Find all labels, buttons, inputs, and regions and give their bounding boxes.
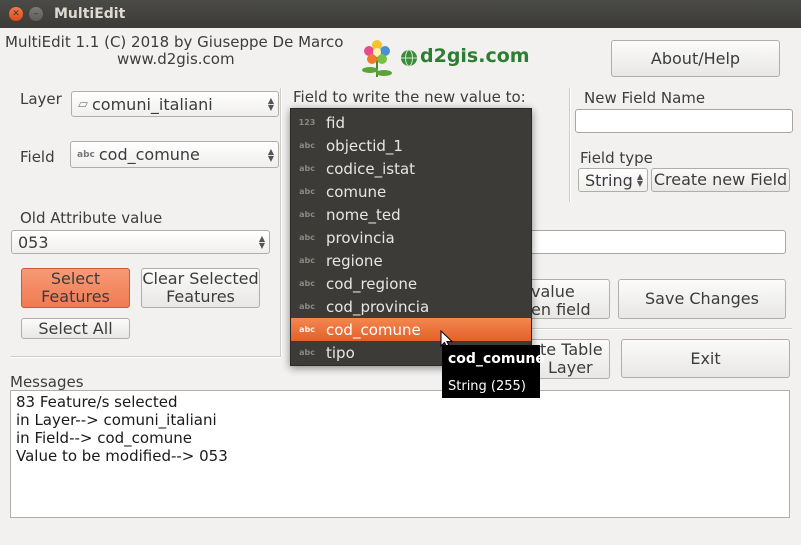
dropdown-item-label: objectid_1 (326, 136, 403, 155)
combo-arrows-icon: ▲ ▼ (258, 234, 265, 250)
select-features-button[interactable]: Select Features (21, 268, 130, 308)
dropdown-item-label: comune (326, 182, 387, 201)
integer-type-icon: 123 (298, 118, 316, 127)
close-window-icon[interactable]: ✕ (9, 7, 23, 21)
about-help-button[interactable]: About/Help (611, 40, 780, 77)
dropdown-item-label: nome_ted (326, 205, 401, 224)
dropdown-item-provincia[interactable]: abc provincia (291, 226, 531, 249)
tooltip-title: cod_comune (448, 351, 545, 367)
field-type-value: String (585, 170, 633, 190)
logo-text: d2gis.com (420, 45, 530, 67)
dropdown-item-cod_regione[interactable]: abc cod_regione (291, 272, 531, 295)
dropdown-item-objectid_1[interactable]: abc objectid_1 (291, 134, 531, 157)
dropdown-item-regione[interactable]: abc regione (291, 249, 531, 272)
field-combo[interactable]: abc cod_comune ▲ ▼ (70, 141, 279, 168)
write-table-button-line1: te Table (540, 340, 603, 359)
set-value-button-line2: en field (531, 300, 591, 319)
string-type-icon: abc (299, 233, 315, 242)
dropdown-item-comune[interactable]: abc comune (291, 180, 531, 203)
credit-text: MultiEdit 1.1 (C) 2018 by Giuseppe De Ma… (5, 33, 344, 51)
field-label: Field (20, 148, 55, 166)
string-type-icon: abc (77, 149, 95, 160)
globe-icon (401, 49, 417, 67)
dropdown-item-nome_ted[interactable]: abc nome_ted (291, 203, 531, 226)
string-type-icon: abc (299, 348, 315, 357)
string-type-icon: abc (299, 325, 315, 334)
message-line: in Layer--> comuni_italiani (16, 411, 217, 429)
string-type-icon: abc (299, 256, 315, 265)
save-changes-button[interactable]: Save Changes (618, 279, 786, 319)
combo-arrows-icon: ▲ ▼ (267, 96, 274, 112)
combo-arrows-icon: ▲ ▼ (636, 172, 643, 188)
dropdown-item-label: codice_istat (326, 159, 416, 178)
old-attribute-label: Old Attribute value (20, 209, 163, 227)
left-separator (280, 88, 282, 356)
website-text: www.d2gis.com (117, 50, 235, 68)
message-line: in Field--> cod_comune (16, 429, 192, 447)
dropdown-item-codice_istat[interactable]: abc codice_istat (291, 157, 531, 180)
tooltip-subtitle: String (255) (448, 379, 526, 394)
layer-combo[interactable]: ▱ comuni_italiani ▲ ▼ (71, 91, 279, 117)
dropdown-item-cod_comune[interactable]: abc cod_comune (291, 318, 531, 341)
dropdown-item-label: tipo (326, 343, 355, 362)
string-type-icon: abc (299, 187, 315, 196)
new-field-name-input[interactable] (575, 109, 793, 133)
dropdown-item-label: regione (326, 251, 383, 270)
exit-button[interactable]: Exit (621, 339, 790, 378)
field-type-label: Field type (580, 149, 653, 167)
string-type-icon: abc (299, 279, 315, 288)
create-new-field-button[interactable]: Create new Field (651, 168, 790, 192)
dropdown-item-label: fid (326, 113, 345, 132)
left-bottom-separator (10, 356, 281, 358)
right-separator (569, 88, 571, 202)
dropdown-item-label: provincia (326, 228, 395, 247)
new-value-input[interactable] (500, 230, 786, 254)
select-all-button[interactable]: Select All (21, 318, 130, 339)
combo-arrows-icon: ▲ ▼ (267, 146, 274, 163)
flower-logo-icon (362, 40, 392, 77)
title-bar: ✕ – MultiEdit (0, 0, 801, 28)
clear-selected-features-button[interactable]: Clear Selected Features (141, 268, 260, 308)
d2gis-logo: d2gis.com (352, 37, 532, 79)
dropdown-item-label: cod_comune (326, 320, 421, 339)
message-line: 83 Feature/s selected (16, 393, 178, 411)
layer-label: Layer (20, 90, 62, 108)
write-table-button-line2: Layer (548, 358, 593, 377)
string-type-icon: abc (299, 210, 315, 219)
string-type-icon: abc (299, 164, 315, 173)
dropdown-item-fid[interactable]: 123 fid (291, 111, 531, 134)
field-combo-value: cod_comune (98, 145, 200, 164)
new-field-name-label: New Field Name (584, 89, 706, 107)
field-to-write-label: Field to write the new value to: (293, 88, 526, 106)
messages-label: Messages (10, 373, 84, 391)
field-tooltip: cod_comune String (255) (442, 345, 545, 398)
string-type-icon: abc (299, 141, 315, 150)
set-value-button-line1: value (531, 282, 575, 301)
dropdown-item-label: cod_regione (326, 274, 418, 293)
dropdown-item-label: cod_provincia (326, 297, 430, 316)
window-title: MultiEdit (54, 6, 126, 22)
old-attribute-combo[interactable]: 053 ▲ ▼ (11, 230, 270, 254)
field-type-combo[interactable]: String ▲ ▼ (578, 168, 648, 192)
field-dropdown-list[interactable]: 123 fid abc objectid_1 abc codice_istat abc… (290, 108, 532, 366)
messages-box[interactable]: 83 Feature/s selected in Layer--> comuni… (10, 390, 790, 518)
string-type-icon: abc (299, 302, 315, 311)
dropdown-item-cod_provincia[interactable]: abc cod_provincia (291, 295, 531, 318)
minimize-window-icon[interactable]: – (29, 7, 43, 21)
layer-combo-value: comuni_italiani (92, 94, 213, 114)
polygon-layer-icon: ▱ (78, 96, 88, 112)
message-line: Value to be modified--> 053 (16, 447, 228, 465)
old-attribute-value: 053 (18, 232, 49, 252)
